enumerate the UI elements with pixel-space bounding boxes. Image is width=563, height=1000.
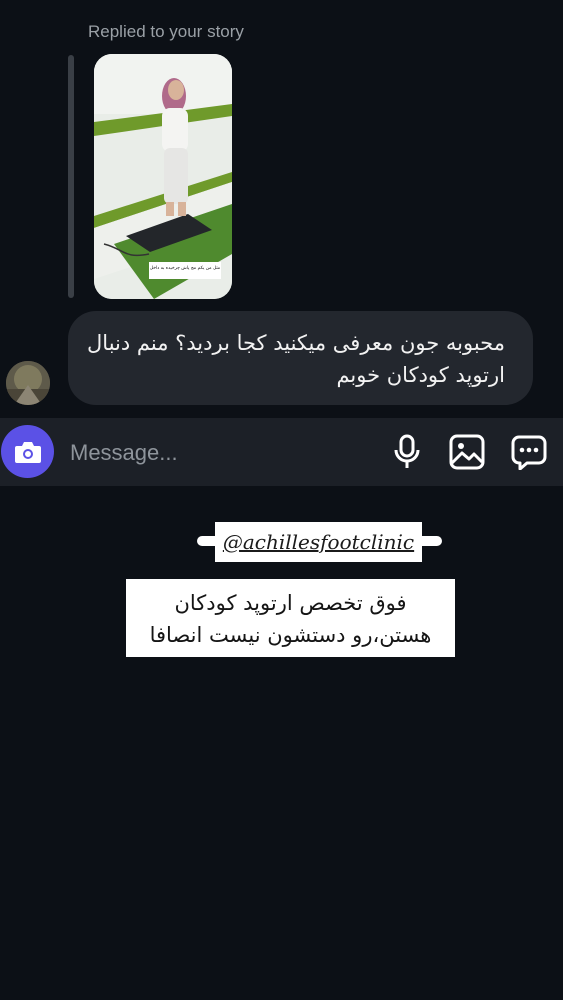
gallery-icon: [449, 434, 485, 470]
avatar-photo: [6, 361, 50, 405]
mention-tag[interactable]: @achillesfootclinic: [215, 522, 422, 562]
incoming-message-bubble[interactable]: محبوبه جون معرفی میکنید کجا بردید؟ منم د…: [68, 311, 533, 405]
message-composer: [0, 418, 563, 486]
story-thumbnail[interactable]: مثل من یکم مچ پاش چرخیده به داخل: [94, 54, 232, 299]
story-caption-text: مثل من یکم مچ پاش چرخیده به داخل: [150, 265, 221, 271]
message-input[interactable]: [68, 437, 372, 469]
reply-quote-bar: [68, 55, 74, 298]
caption-sticker: فوق تخصص ارتوپد کودکان هستن،رو دستشون نی…: [126, 579, 455, 657]
microphone-button[interactable]: [388, 433, 426, 471]
camera-icon: [14, 441, 41, 463]
gallery-button[interactable]: [448, 433, 486, 471]
replied-to-story-label: Replied to your story: [88, 22, 244, 41]
camera-button[interactable]: [1, 425, 54, 478]
microphone-icon: [394, 434, 420, 468]
mention-sticker: @achillesfootclinic: [197, 522, 442, 562]
dm-thread-screen: Replied to your story مثل من یکم مچ پاش …: [0, 0, 563, 1000]
sticker-icon: [511, 435, 547, 470]
sender-avatar[interactable]: [6, 361, 50, 405]
sticker-button[interactable]: [510, 433, 548, 471]
story-photo: مثل من یکم مچ پاش چرخیده به داخل: [94, 54, 232, 299]
